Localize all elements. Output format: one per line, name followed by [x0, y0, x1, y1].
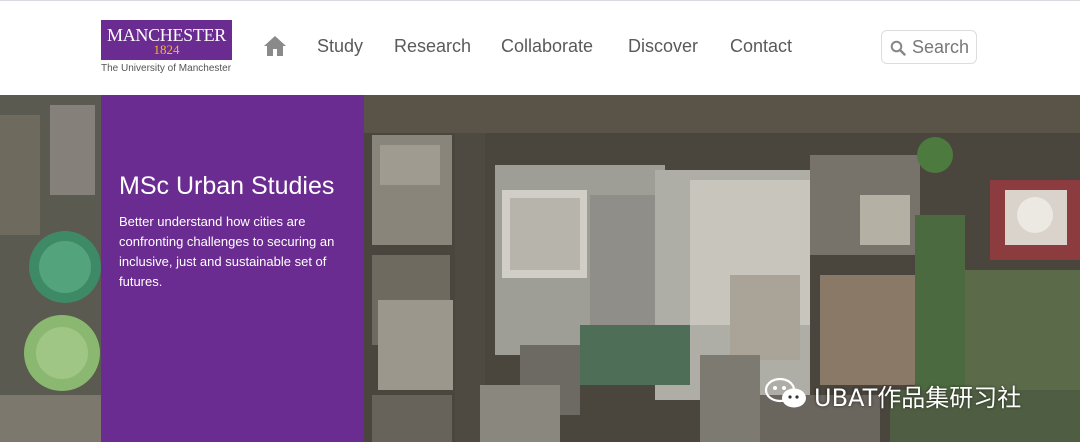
search-input[interactable] — [912, 37, 974, 57]
logo-subtitle: The University of Manchester — [101, 63, 232, 74]
nav-item-discover[interactable]: Discover — [628, 36, 698, 57]
logo-year: 1824 — [153, 42, 180, 57]
university-logo[interactable]: MANCHESTER 1824 The University of Manche… — [101, 20, 233, 78]
hero-title: MSc Urban Studies — [119, 172, 335, 200]
search-box[interactable] — [881, 30, 977, 64]
hero-description: Better understand how cities are confron… — [119, 214, 335, 289]
hero-text-panel: MSc Urban Studies Better understand how … — [101, 95, 364, 442]
search-icon — [890, 40, 906, 56]
wechat-icon — [764, 377, 806, 408]
nav-item-study[interactable]: Study — [317, 36, 363, 57]
home-icon[interactable] — [263, 35, 287, 57]
nav-item-research[interactable]: Research — [394, 36, 471, 57]
nav-item-collaborate[interactable]: Collaborate — [501, 36, 593, 57]
logo-mark: MANCHESTER 1824 — [101, 20, 232, 60]
watermark-text: UBAT作品集研习社 — [814, 384, 1022, 412]
site-header: MANCHESTER 1824 The University of Manche… — [0, 1, 1080, 95]
nav-item-contact[interactable]: Contact — [730, 36, 792, 57]
